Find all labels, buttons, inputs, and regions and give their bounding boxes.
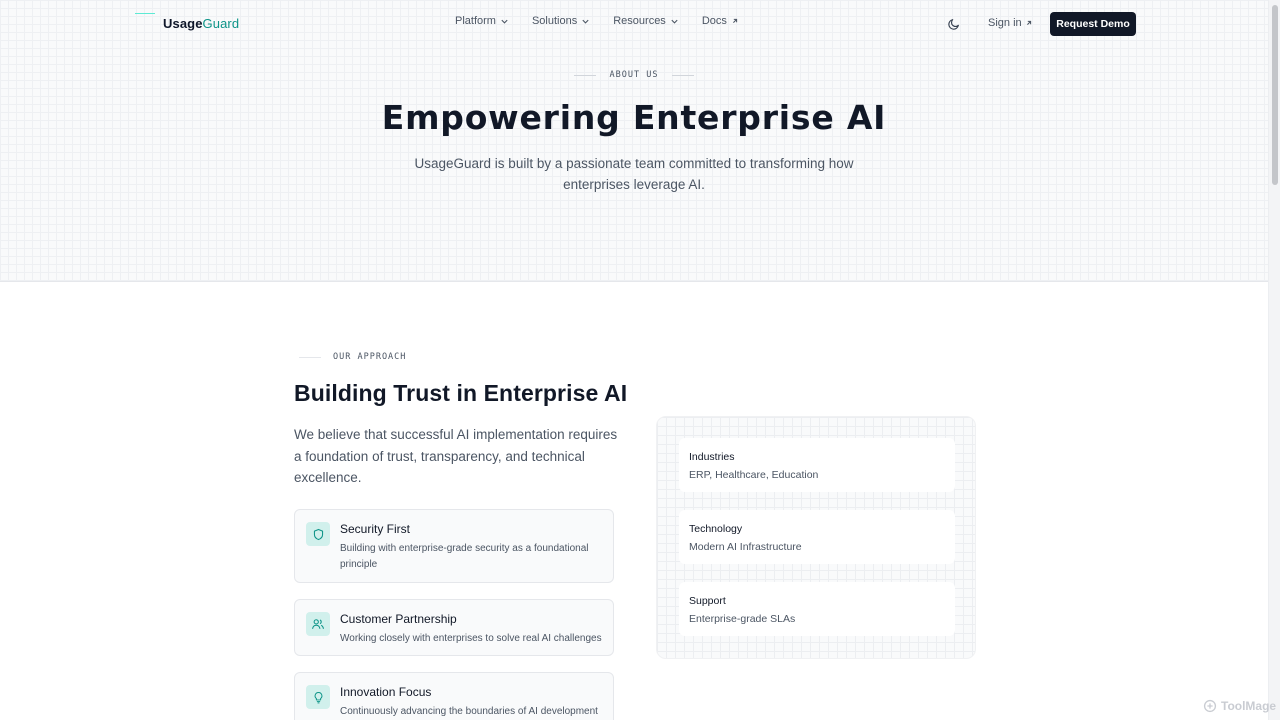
request-demo-button[interactable]: Request Demo [1050, 12, 1136, 36]
info-label: Technology [689, 523, 743, 535]
feature-icon-box [306, 522, 330, 546]
feature-description: Continuously advancing the boundaries of… [340, 706, 598, 717]
watermark: ToolMage [1203, 699, 1276, 713]
chevron-down-icon [671, 19, 678, 24]
watermark-text: ToolMage [1221, 699, 1277, 713]
feature-card-security: Security First Building with enterprise-… [294, 509, 614, 583]
feature-icon-box [306, 612, 330, 636]
page-scrollbar[interactable] [1268, 0, 1280, 720]
info-label: Industries [689, 451, 735, 463]
eyebrow-line-right [672, 74, 695, 76]
logo-text: UsageGuard [163, 16, 239, 31]
info-card-support: Support Enterprise-grade SLAs [679, 582, 955, 636]
hero-eyebrow: ABOUT US [0, 70, 1268, 80]
eyebrow-line-left [573, 74, 596, 76]
lightbulb-icon [314, 691, 322, 703]
company-info-panel: Industries ERP, Healthcare, Education Te… [656, 416, 976, 659]
main-nav: Platform Solutions Resources Docs [455, 15, 762, 27]
feature-description: Building with enterprise-grade security … [340, 543, 589, 570]
nav-item-resources[interactable]: Resources [613, 15, 679, 27]
nav-item-label: Docs [701, 15, 727, 27]
external-link-icon [732, 18, 737, 23]
nav-item-solutions[interactable]: Solutions [532, 15, 590, 27]
eyebrow-line [299, 356, 321, 358]
hero-eyebrow-text: ABOUT US [609, 70, 659, 80]
nav-item-label: Platform [455, 15, 496, 27]
info-value: Enterprise-grade SLAs [689, 613, 796, 625]
approach-eyebrow-text: OUR APPROACH [333, 352, 407, 362]
sign-in-link[interactable]: Sign in [988, 17, 1033, 29]
hero-subtitle: UsageGuard is built by a passionate team… [414, 156, 854, 192]
chevron-down-icon [582, 19, 589, 24]
sign-in-label: Sign in [988, 17, 1022, 29]
theme-toggle-button[interactable] [945, 15, 963, 33]
approach-title: Building Trust in Enterprise AI [294, 380, 628, 406]
external-link-icon [1026, 20, 1031, 25]
watermark-logo-icon [1203, 699, 1217, 713]
moon-icon [948, 19, 959, 30]
feature-card-innovation: Innovation Focus Continuously advancing … [294, 672, 614, 720]
nav-item-label: Resources [613, 15, 666, 27]
info-value: Modern AI Infrastructure [689, 541, 802, 553]
users-icon [312, 619, 324, 629]
feature-title: Customer Partnership [340, 612, 457, 626]
logo-link[interactable]: UsageGuard [135, 8, 239, 38]
logo-mark [135, 13, 155, 14]
info-card-technology: Technology Modern AI Infrastructure [679, 510, 955, 564]
info-label: Support [689, 595, 726, 607]
shield-icon [313, 528, 323, 540]
logo-text-bold: Usage [163, 15, 203, 31]
feature-icon-box [306, 685, 330, 709]
nav-item-platform[interactable]: Platform [455, 15, 509, 27]
info-value: ERP, Healthcare, Education [689, 469, 819, 481]
approach-eyebrow: OUR APPROACH [299, 352, 406, 362]
info-card-industries: Industries ERP, Healthcare, Education [679, 438, 955, 492]
nav-item-docs[interactable]: Docs [702, 15, 739, 27]
nav-item-label: Solutions [531, 15, 578, 27]
feature-title: Security First [340, 522, 411, 536]
feature-card-partnership: Customer Partnership Working closely wit… [294, 599, 614, 656]
feature-description: Working closely with enterprises to solv… [340, 633, 602, 644]
scrollbar-thumb[interactable] [1272, 5, 1278, 185]
chevron-down-icon [501, 19, 508, 24]
logo-text-accent: Guard [202, 15, 240, 31]
approach-lead: We believe that successful AI implementa… [294, 427, 618, 485]
hero-title: Empowering Enterprise AI [381, 98, 887, 137]
feature-title: Innovation Focus [340, 685, 432, 699]
top-navigation: UsageGuard Platform Solutions Resources … [0, 0, 1268, 48]
